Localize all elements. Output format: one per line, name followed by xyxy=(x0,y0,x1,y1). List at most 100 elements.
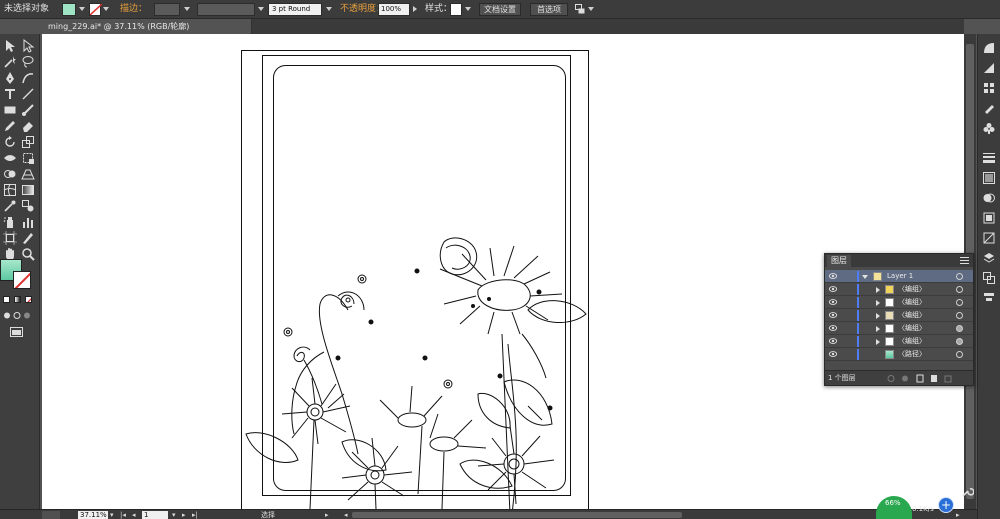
layer-name[interactable]: 〈编组〉 xyxy=(898,322,926,335)
layer-row-group[interactable]: 〈编组〉 xyxy=(825,322,973,335)
brushes-panel-icon[interactable] xyxy=(983,102,995,114)
scroll-right-icon[interactable]: ▸ xyxy=(956,510,960,519)
artboard-tool-icon[interactable] xyxy=(3,231,17,245)
layer-row-layer-1[interactable]: Layer 1 xyxy=(825,270,973,283)
layer-row-group[interactable]: 〈编组〉 xyxy=(825,335,973,348)
document-setup-button[interactable]: 文档设置 xyxy=(479,3,521,16)
layer-name[interactable]: 〈编组〉 xyxy=(898,296,926,309)
curvature-tool-icon[interactable] xyxy=(21,71,35,85)
layer-target-icon[interactable] xyxy=(956,273,963,280)
layer-name[interactable]: 〈编组〉 xyxy=(898,335,926,348)
graphic-styles-icon[interactable] xyxy=(983,232,995,244)
stroke-dropdown-icon[interactable] xyxy=(103,7,109,11)
style-dropdown-icon[interactable] xyxy=(465,7,471,11)
status-menu-icon[interactable]: ▸ xyxy=(325,510,329,519)
layer-target-icon[interactable] xyxy=(956,325,963,332)
fill-dropdown-icon[interactable] xyxy=(79,7,85,11)
zoom-tool-icon[interactable] xyxy=(21,247,35,261)
gradient-mode-icon[interactable] xyxy=(14,296,21,303)
layer-row-group[interactable]: 〈编组〉 xyxy=(825,309,973,322)
stroke-color-swatch[interactable] xyxy=(89,3,103,16)
expand-arrow-icon[interactable] xyxy=(876,326,880,332)
rotate-tool-icon[interactable] xyxy=(3,135,17,149)
zoom-field[interactable]: 37.11% xyxy=(78,511,108,519)
pencil-tool-icon[interactable] xyxy=(3,119,17,133)
zoom-dropdown-icon[interactable]: ▾ xyxy=(110,510,114,519)
appearance-panel-icon[interactable] xyxy=(983,212,995,224)
direct-selection-tool-icon[interactable] xyxy=(21,39,35,53)
layer-target-icon[interactable] xyxy=(956,299,963,306)
shape-builder-tool-icon[interactable] xyxy=(3,167,17,181)
layers-panel-icon[interactable] xyxy=(983,252,995,264)
drawing-modes-icon[interactable] xyxy=(3,311,35,320)
variable-width-field[interactable] xyxy=(197,3,255,16)
artboard-dropdown-icon[interactable]: ▾ xyxy=(172,510,176,519)
none-mode-icon[interactable] xyxy=(25,296,32,303)
visibility-eye-icon[interactable] xyxy=(829,286,837,292)
graphic-style-swatch[interactable] xyxy=(450,3,462,16)
visibility-eye-icon[interactable] xyxy=(829,338,837,344)
screen-mode-icon[interactable] xyxy=(10,327,23,337)
expand-arrow-icon[interactable] xyxy=(862,275,868,279)
preferences-button[interactable]: 首选项 xyxy=(530,3,568,16)
line-segment-tool-icon[interactable] xyxy=(21,87,35,101)
free-transform-tool-icon[interactable] xyxy=(21,151,35,165)
visibility-eye-icon[interactable] xyxy=(829,299,837,305)
document-tab[interactable]: ming_229.ai* @ 37.11% (RGB/轮廓) xyxy=(42,19,252,34)
selection-tool-icon[interactable] xyxy=(3,39,17,53)
swatches-panel-icon[interactable] xyxy=(983,82,995,94)
eraser-tool-icon[interactable] xyxy=(21,119,35,133)
zoom-presets-icon[interactable] xyxy=(42,511,60,519)
lasso-tool-icon[interactable] xyxy=(21,55,35,69)
visibility-eye-icon[interactable] xyxy=(829,273,837,279)
layer-row-group[interactable]: 〈编组〉 xyxy=(825,283,973,296)
layers-tab[interactable]: 图层 xyxy=(827,255,851,267)
visibility-eye-icon[interactable] xyxy=(829,325,837,331)
horizontal-scroll-thumb[interactable] xyxy=(352,512,682,518)
next-artboard-icon[interactable]: ▸ xyxy=(182,510,186,519)
stroke-proxy-swatch[interactable] xyxy=(13,271,31,289)
visibility-eye-icon[interactable] xyxy=(829,312,837,318)
stroke-label[interactable]: 描边： xyxy=(120,0,147,19)
layer-target-icon[interactable] xyxy=(956,338,963,345)
stroke-weight-dropdown-icon[interactable] xyxy=(184,7,190,11)
gradient-tool-icon[interactable] xyxy=(21,183,35,197)
align-panel-icon[interactable] xyxy=(983,292,995,304)
layer-row-group[interactable]: 〈编组〉 xyxy=(825,296,973,309)
brush-definition-field[interactable]: 3 pt Round xyxy=(268,3,322,16)
layer-row-path[interactable]: 〈路径〉 xyxy=(825,348,973,361)
brush-dropdown-icon[interactable] xyxy=(326,7,332,11)
slice-tool-icon[interactable] xyxy=(21,231,35,245)
wrench-icon[interactable] xyxy=(960,485,975,499)
stroke-weight-field[interactable] xyxy=(154,3,180,16)
column-graph-tool-icon[interactable] xyxy=(21,215,35,229)
type-tool-icon[interactable] xyxy=(3,87,17,101)
magic-wand-tool-icon[interactable] xyxy=(3,55,17,69)
color-panel-icon[interactable] xyxy=(983,42,995,54)
expand-arrow-icon[interactable] xyxy=(876,287,880,293)
artboards-panel-icon[interactable] xyxy=(983,272,995,284)
transparency-panel-icon[interactable] xyxy=(983,192,995,204)
expand-arrow-icon[interactable] xyxy=(876,339,880,345)
mesh-tool-icon[interactable] xyxy=(3,183,17,197)
expand-arrow-icon[interactable] xyxy=(876,313,880,319)
opacity-field[interactable]: 100% xyxy=(378,3,410,16)
expand-arrow-icon[interactable] xyxy=(876,300,880,306)
last-artboard-icon[interactable]: ▸| xyxy=(192,510,198,519)
previous-artboard-icon[interactable]: ◂ xyxy=(132,510,136,519)
width-tool-icon[interactable] xyxy=(3,151,17,165)
color-guide-icon[interactable] xyxy=(983,62,995,74)
arrange-dropdown-icon[interactable] xyxy=(588,7,594,11)
layer-name[interactable]: 〈编组〉 xyxy=(898,283,926,296)
opacity-slider-icon[interactable] xyxy=(413,6,417,12)
scroll-left-icon[interactable]: ◂ xyxy=(344,510,348,519)
gradient-panel-icon[interactable] xyxy=(983,172,995,184)
paintbrush-tool-icon[interactable] xyxy=(21,103,35,117)
visibility-eye-icon[interactable] xyxy=(829,351,837,357)
status-tool-name[interactable]: 选择 xyxy=(261,510,275,519)
pen-tool-icon[interactable] xyxy=(3,71,17,85)
perspective-grid-tool-icon[interactable] xyxy=(21,167,35,181)
layer-name[interactable]: 〈路径〉 xyxy=(898,348,926,361)
fill-color-swatch[interactable] xyxy=(62,3,76,16)
artboard-number-field[interactable]: 1 xyxy=(142,511,168,519)
